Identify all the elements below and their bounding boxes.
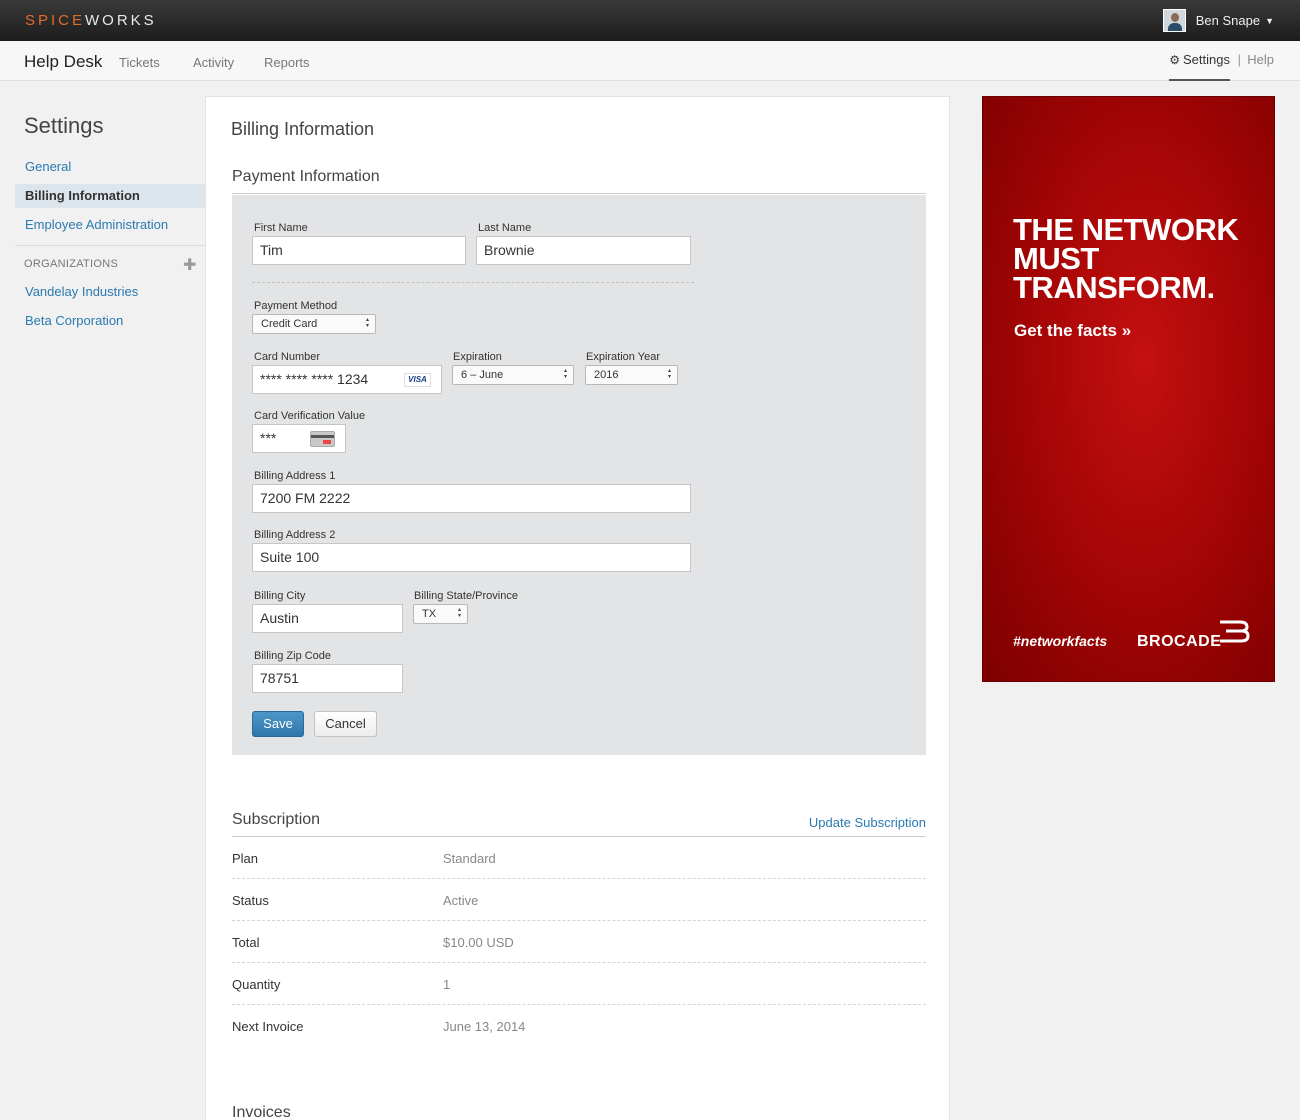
nav-tickets[interactable]: Tickets [119,55,160,70]
caret-down-icon: ▼ [1265,15,1274,26]
sidebar-divider [15,245,205,246]
logo-text-spice: SPICE [25,12,86,29]
card-back-icon [310,431,335,447]
subscription-value: June 13, 2014 [443,1019,526,1034]
address2-field[interactable]: Suite 100 [252,543,691,572]
subscription-value: 1 [443,977,451,992]
app-nav: Help Desk Tickets Activity Reports ⚙ Sett… [0,41,1300,81]
payment-section-rule [232,193,926,194]
app-title[interactable]: Help Desk [24,52,102,72]
logo-text-works: WORKS [85,12,157,29]
nav-separator: | [1237,52,1241,67]
subscription-key: Status [232,893,269,908]
top-bar: SPICEWORKS Ben Snape ▼ [0,0,1300,41]
subscription-row-next-invoice: Next Invoice June 13, 2014 [232,1005,926,1047]
state-select[interactable]: TX [413,604,468,624]
add-organization-icon[interactable]: ✚ [183,255,196,275]
cancel-button[interactable]: Cancel [314,711,377,737]
nav-settings-label: Settings [1183,52,1230,67]
subscription-row-status: Status Active [232,879,926,921]
sidebar-item-general[interactable]: General [15,155,205,179]
ad-headline-line: THE NETWORK [1013,212,1239,247]
save-button[interactable]: Save [252,711,304,737]
nav-activity[interactable]: Activity [193,55,234,70]
sidebar-org-vandelay[interactable]: Vandelay Industries [15,280,205,304]
subscription-row-total: Total $10.00 USD [232,921,926,963]
brocade-logo-icon [1220,620,1250,643]
form-divider [252,282,694,283]
nav-settings[interactable]: ⚙ Settings [1169,52,1230,81]
payment-section-title: Payment Information [232,168,380,185]
invoices-section-title: Invoices [232,1104,291,1120]
card-number-label: Card Number [254,351,321,363]
first-name-label: First Name [254,222,308,234]
spiceworks-logo[interactable]: SPICEWORKS [25,12,157,29]
subscription-key: Next Invoice [232,1019,304,1034]
expiration-year-label: Expiration Year [586,351,660,363]
cvv-value: *** [260,430,277,446]
address1-field[interactable]: 7200 FM 2222 [252,484,691,513]
subscription-row-quantity: Quantity 1 [232,963,926,1005]
zip-label: Billing Zip Code [254,650,332,662]
sidebar-org-beta[interactable]: Beta Corporation [15,309,205,333]
ad-headline-line: MUST [1013,241,1099,276]
nav-reports[interactable]: Reports [264,55,310,70]
ad-hashtag: #networkfacts [1013,633,1108,649]
page-title: Billing Information [231,119,375,139]
subscription-value: Standard [443,851,496,866]
nav-help[interactable]: Help [1247,52,1274,67]
main-panel: Billing Information Payment Information … [205,96,950,1120]
card-number-value: **** **** **** 1234 [260,371,369,387]
payment-method-label: Payment Method [254,300,338,312]
user-name: Ben Snape [1195,13,1261,28]
advertisement-banner[interactable]: THE NETWORK MUST TRANSFORM. Get the fact… [982,96,1275,682]
visa-card-icon: VISA [404,373,431,387]
city-label: Billing City [254,590,306,602]
user-menu[interactable]: Ben Snape ▼ [1162,9,1274,32]
subscription-row-plan: Plan Standard [232,837,926,879]
expiration-month-select[interactable]: 6 – June [452,365,574,385]
zip-field[interactable]: 78751 [252,664,403,693]
expiration-label: Expiration [453,351,502,363]
payment-form: First Name Tim Last Name Brownie Payment… [232,195,926,755]
subscription-section-title: Subscription [232,811,321,828]
sidebar-item-employee-administration[interactable]: Employee Administration [15,213,205,237]
last-name-label: Last Name [478,222,532,234]
organizations-heading: ORGANIZATIONS [24,258,119,270]
subscription-key: Total [232,935,260,950]
subscription-value: $10.00 USD [443,935,514,950]
subscription-key: Quantity [232,977,281,992]
avatar [1162,9,1186,32]
payment-method-select[interactable]: Credit Card [252,314,376,334]
address2-label: Billing Address 2 [254,529,336,541]
last-name-field[interactable]: Brownie [476,236,691,265]
card-number-field[interactable]: **** **** **** 1234 VISA [252,365,442,394]
gear-icon: ⚙ [1169,53,1181,67]
first-name-field[interactable]: Tim [252,236,466,265]
subscription-value: Active [443,893,479,908]
ad-brand-name: BROCADE [1137,633,1222,650]
ad-cta-link[interactable]: Get the facts » [1014,321,1131,341]
state-label: Billing State/Province [414,590,518,602]
cvv-label: Card Verification Value [254,410,366,422]
city-field[interactable]: Austin [252,604,403,633]
ad-headline: THE NETWORK MUST TRANSFORM. [1013,212,1263,305]
subscription-key: Plan [232,851,259,866]
cvv-field[interactable]: *** [252,424,346,453]
sidebar-item-billing[interactable]: Billing Information [15,184,205,208]
sidebar-title: Settings [24,113,104,138]
expiration-year-select[interactable]: 2016 [585,365,678,385]
update-subscription-link[interactable]: Update Subscription [809,815,926,830]
ad-headline-line: TRANSFORM. [1013,270,1215,305]
address1-label: Billing Address 1 [254,470,336,482]
